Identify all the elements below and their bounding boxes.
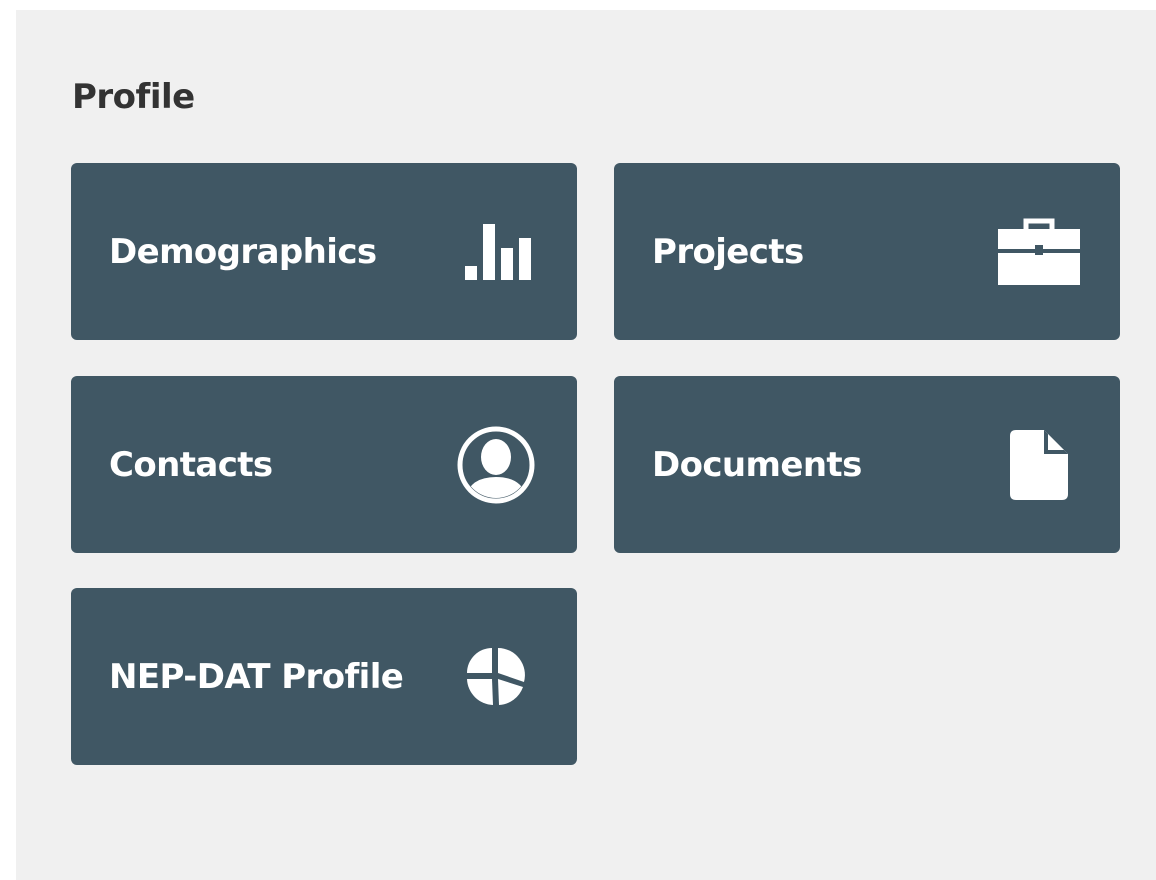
demographics-label: Demographics <box>109 231 377 272</box>
projects-label: Projects <box>652 231 804 272</box>
projects-tile[interactable]: Projects <box>614 163 1120 340</box>
documents-tile[interactable]: Documents <box>614 376 1120 553</box>
bar-chart-icon <box>451 207 541 297</box>
documents-label: Documents <box>652 444 862 485</box>
briefcase-icon <box>994 207 1084 297</box>
pie-chart-icon <box>451 632 541 722</box>
section-title: Profile <box>72 77 195 117</box>
nepdat-profile-tile[interactable]: NEP-DAT Profile <box>71 588 577 765</box>
document-icon <box>994 420 1084 510</box>
user-circle-icon <box>451 420 541 510</box>
contacts-label: Contacts <box>109 444 273 485</box>
contacts-tile[interactable]: Contacts <box>71 376 577 553</box>
nepdat-profile-label: NEP-DAT Profile <box>109 656 404 697</box>
demographics-tile[interactable]: Demographics <box>71 163 577 340</box>
profile-panel: Profile Demographics Projects Contacts D… <box>16 10 1156 880</box>
